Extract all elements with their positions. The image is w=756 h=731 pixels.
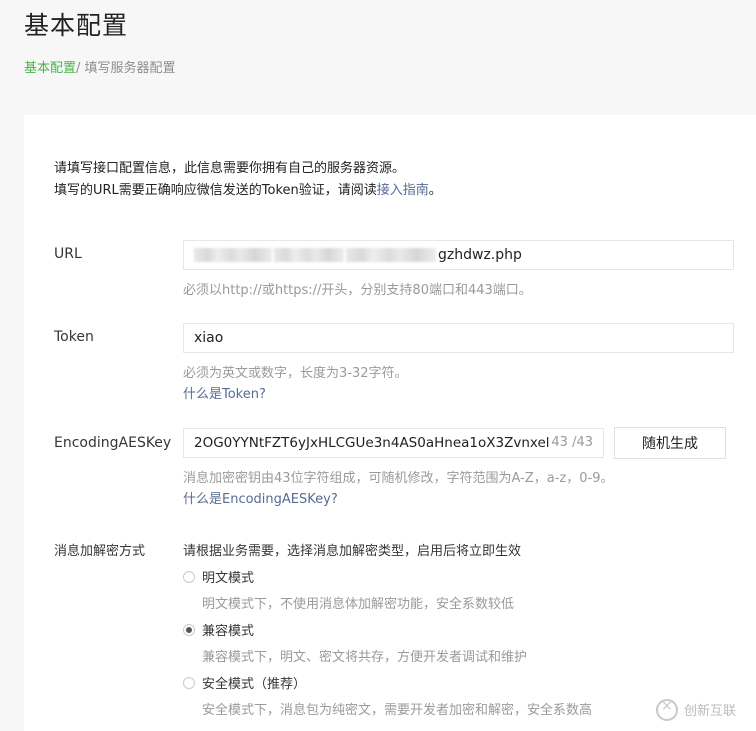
radio-label: 安全模式（推荐）	[202, 677, 307, 692]
intro-line-2: 填写的URL需要正确响应微信发送的Token验证，请阅读接入指南。	[54, 183, 442, 198]
radio-label: 明文模式	[202, 571, 255, 586]
masked-url-segment	[194, 248, 272, 262]
encryption-label: 消息加解密方式	[54, 544, 146, 559]
watermark-text: 创新互联	[684, 704, 737, 719]
aes-key-label: EncodingAESKey	[54, 435, 172, 451]
radio-description: 明文模式下，不使用消息体加解密功能，安全系数较低	[202, 597, 515, 612]
token-input[interactable]: xiao	[183, 323, 734, 353]
masked-url-segment	[274, 248, 344, 262]
watermark-logo-icon	[656, 698, 678, 721]
breadcrumb-home-link[interactable]: 基本配置	[24, 61, 76, 76]
token-tip: 必须为英文或数字，长度为3-32字符。	[183, 366, 408, 381]
radio-description: 安全模式下，消息包为纯密文，需要开发者加密和解密，安全系数高	[202, 703, 593, 718]
aes-key-tip: 消息加密密钥由43位字符组成，可随机修改，字符范围为A-Z，a-z，0-9。	[183, 471, 614, 486]
radio-checked-icon[interactable]	[183, 623, 195, 636]
breadcrumb: 基本配置/ 填写服务器配置	[24, 57, 176, 76]
radio-label: 兼容模式	[202, 624, 255, 639]
radio-description: 兼容模式下，明文、密文将共存，方便开发者调试和维护	[202, 650, 528, 665]
radio-secure-mode[interactable]: 安全模式（推荐）	[183, 673, 306, 692]
what-is-aes-key-link[interactable]: 什么是EncodingAESKey?	[183, 488, 338, 507]
radio-plaintext-mode[interactable]: 明文模式	[183, 567, 254, 586]
masked-url-segment	[346, 248, 436, 262]
aes-key-input[interactable]: 2OG0YYNtFZT6yJxHLCGUe3n4AS0aHnea1oX3Zvnx…	[183, 428, 604, 458]
aes-key-counter: 43 /43	[551, 435, 593, 450]
url-label: URL	[54, 246, 82, 262]
intro-text: 请填写接口配置信息，此信息需要你拥有自己的服务器资源。 填写的URL需要正确响应…	[54, 158, 442, 202]
what-is-token-link[interactable]: 什么是Token?	[183, 383, 266, 402]
aes-key-value: 2OG0YYNtFZT6yJxHLCGUe3n4AS0aHnea1oX3Zvnx…	[194, 435, 550, 451]
radio-unchecked-icon[interactable]	[183, 570, 195, 583]
url-tip: 必须以http://或https://开头，分别支持80端口和443端口。	[183, 283, 532, 298]
random-generate-button[interactable]: 随机生成	[614, 427, 726, 459]
config-panel: 请填写接口配置信息，此信息需要你拥有自己的服务器资源。 填写的URL需要正确响应…	[24, 115, 756, 731]
url-input[interactable]: gzhdwz.php	[183, 240, 734, 270]
url-input-value: gzhdwz.php	[438, 247, 522, 263]
radio-unchecked-icon[interactable]	[183, 676, 195, 689]
encryption-tip: 请根据业务需要，选择消息加解密类型，启用后将立即生效	[183, 544, 522, 559]
page-title: 基本配置	[24, 11, 129, 40]
watermark-logo: 创新互联	[656, 688, 756, 731]
breadcrumb-separator: /	[76, 61, 85, 76]
intro-line-1: 请填写接口配置信息，此信息需要你拥有自己的服务器资源。	[54, 161, 406, 176]
access-guide-link[interactable]: 接入指南	[377, 183, 429, 198]
token-label: Token	[54, 329, 94, 345]
radio-compatible-mode[interactable]: 兼容模式	[183, 620, 254, 639]
breadcrumb-current: 填写服务器配置	[84, 61, 176, 76]
